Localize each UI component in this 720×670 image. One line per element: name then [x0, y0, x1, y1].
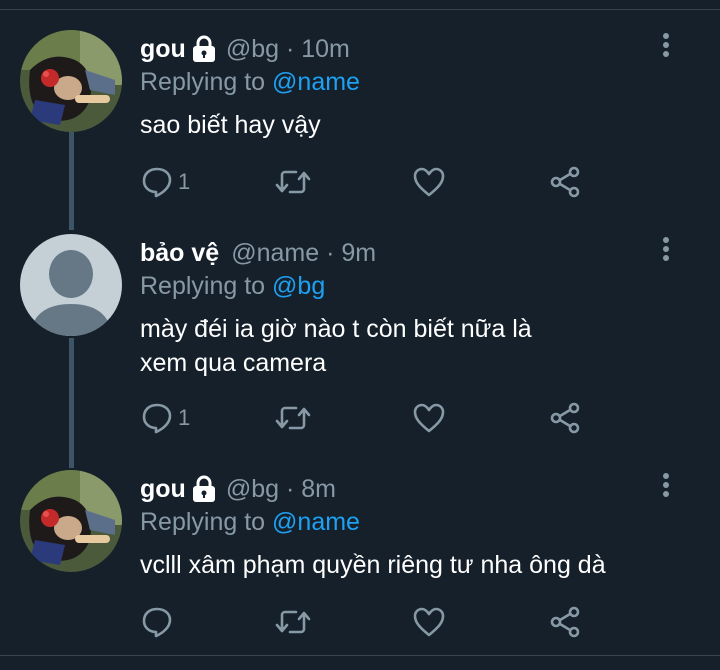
- reply-icon: [140, 401, 174, 435]
- share-icon: [548, 401, 582, 435]
- tweet-actions: [140, 604, 600, 640]
- replying-to-prefix: Replying to: [140, 68, 273, 96]
- tweet-actions: 1: [140, 400, 600, 436]
- tweet-actions: 1: [140, 164, 600, 200]
- like-button[interactable]: [412, 164, 446, 200]
- lock-icon: [190, 474, 218, 504]
- reply-button[interactable]: 1: [140, 164, 190, 200]
- more-vertical-icon[interactable]: [656, 470, 676, 500]
- handle-and-time: @bg · 10m: [225, 34, 350, 63]
- reply-count: 1: [178, 405, 191, 430]
- replying-to: Replying to @name: [140, 508, 360, 537]
- tweet-header: bảo vệ @name · 9m: [140, 236, 376, 270]
- handle-and-time: @bg · 8m: [225, 474, 336, 503]
- mention-link[interactable]: @bg: [272, 272, 325, 300]
- share-button[interactable]: [548, 604, 582, 640]
- reply-button[interactable]: 1: [140, 400, 190, 436]
- default-profile-avatar-image: [20, 234, 122, 336]
- mention-link[interactable]: @name: [272, 68, 360, 96]
- share-icon: [548, 165, 582, 199]
- retweet-button[interactable]: [274, 400, 312, 436]
- reply-icon: [140, 165, 174, 199]
- tweet-text: mày đéi ia giờ nào t còn biết nữa là xem…: [140, 312, 532, 380]
- more-vertical-icon[interactable]: [656, 234, 676, 264]
- tweet-text: vclll xâm phạm quyền riêng tư nha ông dà: [140, 548, 606, 582]
- more-vertical-icon[interactable]: [656, 30, 676, 60]
- replying-to: Replying to @name: [140, 68, 360, 97]
- retweet-icon: [274, 605, 312, 639]
- author-name[interactable]: gou: [140, 35, 186, 64]
- mention-link[interactable]: @name: [272, 508, 360, 536]
- author-name[interactable]: bảo vệ: [140, 239, 219, 268]
- author-name[interactable]: gou: [140, 475, 186, 504]
- avatar[interactable]: [20, 470, 122, 572]
- retweet-icon: [274, 401, 312, 435]
- tweet-text-line: mày đéi ia giờ nào t còn biết nữa là: [140, 315, 532, 343]
- bottom-divider: [0, 655, 720, 656]
- tweet-text: sao biết hay vậy: [140, 108, 321, 142]
- share-button[interactable]: [548, 400, 582, 436]
- tweet[interactable]: bảo vệ @name · 9m Replying to @bg mày đé…: [0, 234, 720, 444]
- retweet-button[interactable]: [274, 164, 312, 200]
- reply-count: 1: [178, 169, 191, 194]
- anime-character-avatar-image: [20, 470, 122, 572]
- heart-icon: [412, 605, 446, 639]
- tweet-header: gou @bg · 8m: [140, 472, 336, 506]
- retweet-icon: [274, 165, 312, 199]
- tweet-text-line: vclll xâm phạm quyền riêng tư nha ông dà: [140, 551, 606, 579]
- replying-to-prefix: Replying to: [140, 508, 273, 536]
- top-divider: [0, 9, 720, 10]
- reply-button[interactable]: [140, 604, 174, 640]
- tweet-text-line: sao biết hay vậy: [140, 111, 321, 139]
- heart-icon: [412, 401, 446, 435]
- share-icon: [548, 605, 582, 639]
- tweet-text-line: xem qua camera: [140, 349, 327, 377]
- handle-and-time: @name · 9m: [231, 238, 377, 267]
- tweet[interactable]: gou @bg · 10m Replying to @name sao biết…: [0, 30, 720, 220]
- share-button[interactable]: [548, 164, 582, 200]
- anime-character-avatar-image: [20, 30, 122, 132]
- avatar[interactable]: [20, 30, 122, 132]
- avatar[interactable]: [20, 234, 122, 336]
- like-button[interactable]: [412, 400, 446, 436]
- lock-icon: [190, 34, 218, 64]
- tweet[interactable]: gou @bg · 8m Replying to @name vclll xâm…: [0, 470, 720, 650]
- like-button[interactable]: [412, 604, 446, 640]
- heart-icon: [412, 165, 446, 199]
- tweet-header: gou @bg · 10m: [140, 32, 350, 66]
- replying-to-prefix: Replying to: [140, 272, 273, 300]
- replying-to: Replying to @bg: [140, 272, 325, 301]
- reply-icon: [140, 605, 174, 639]
- retweet-button[interactable]: [274, 604, 312, 640]
